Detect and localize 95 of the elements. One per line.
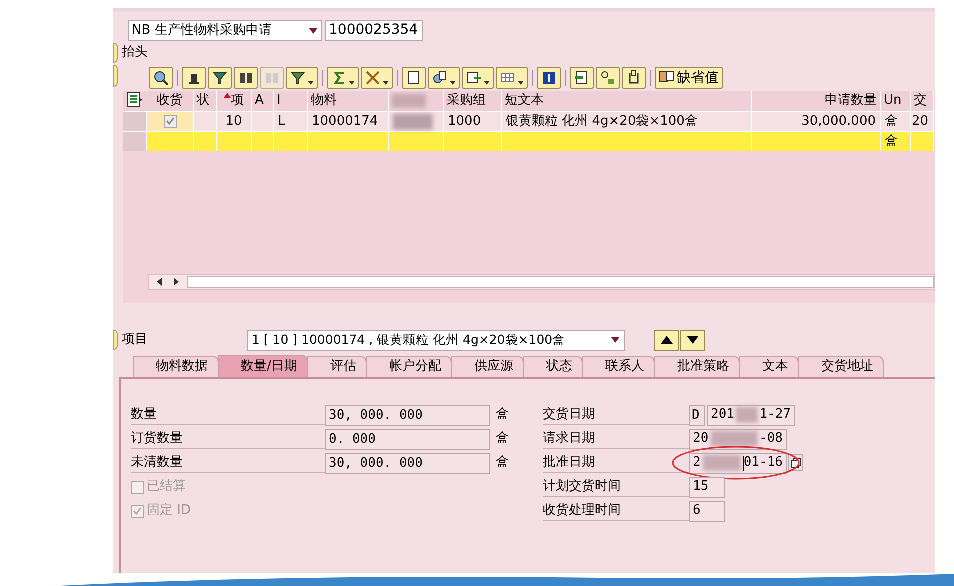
date-field: 201 1-27 [707,404,795,426]
field-label: 数量 [131,404,325,426]
tab[interactable]: 交货地址 [798,356,884,377]
column-header[interactable]: 申请数量 [752,91,881,111]
column-settings-icon[interactable] [125,91,145,109]
table-cell: 银黄颗粒 化州 4g×20袋×100盒 [502,112,752,131]
toolbar-button[interactable] [149,67,173,89]
column-header[interactable]: A [252,91,274,111]
date-type-field: D [689,404,705,426]
checkbox-label: 固定 ID [147,502,191,520]
scroll-left-icon[interactable] [155,277,165,287]
funnel-icon [290,70,306,86]
caret-icon [309,28,318,34]
tab[interactable]: 帐户分配 [366,356,452,377]
unit-label: 盒 [496,430,509,448]
export-icon [466,70,482,86]
quantity-field: 30, 000. 000 [325,404,490,426]
table-cell: 10 [217,112,252,131]
field-label: 项目 [122,331,149,350]
toolbar-button[interactable] [570,67,594,89]
cross-icon [365,70,381,86]
tab[interactable]: 数量/日期 [218,355,308,377]
caret-icon [518,81,524,85]
table-cell: 盒 [881,132,911,151]
document-icon [574,70,590,86]
tab[interactable]: 文本 [739,356,800,377]
caret-icon [308,81,314,85]
date-field: 6 [689,500,725,522]
page-icon [406,70,422,86]
date-field: 20 -08 [689,428,787,450]
item-dropdown[interactable]: 1 [ 10 ] 10000174 , 银黄颗粒 化州 4g×20袋×100盒 [247,330,625,350]
toolbar-button[interactable]: 缺省值 [655,67,723,89]
table-cell: 20 [911,112,934,131]
column-header[interactable]: 项 [217,91,252,111]
section-title: 抬头 [122,44,148,62]
tab[interactable]: 供应源 [451,356,524,377]
next-item-button[interactable] [680,330,705,350]
tab[interactable]: 批准策略 [654,356,740,377]
table-cell: 1000 [444,112,502,131]
scroll-thumb[interactable] [187,276,934,288]
table-cell: L [274,112,308,131]
sigma-icon [331,70,347,86]
toolbar-button[interactable] [208,67,232,89]
caret-icon [484,81,490,85]
tab[interactable]: 物料数据 [133,356,219,377]
toolbar-button[interactable] [428,67,460,89]
info-icon [541,70,557,86]
column-header[interactable]: 物料 [308,91,389,111]
caret-icon [349,81,355,85]
toolbar-button[interactable] [286,67,318,89]
toolbar-button[interactable] [537,67,561,89]
column-header[interactable]: 收货 [147,91,194,111]
triangle-up-icon [660,336,672,344]
field-label: 订货数量 [131,428,325,450]
column-header[interactable]: 采购组 [444,91,502,111]
document-type-dropdown[interactable]: NB 生产性物料采购申请 [128,20,322,41]
toolbar-button[interactable] [234,67,258,89]
previous-item-button[interactable] [654,330,679,350]
toolbar-button[interactable] [182,67,206,89]
quantity-field: 30, 000. 000 [325,452,490,474]
column-header[interactable]: Un [881,91,911,111]
column-header[interactable]: 交 [911,91,934,111]
triangle-down-icon [686,336,698,344]
tab[interactable]: 状态 [523,356,584,377]
table-cell: 盒 [881,112,911,131]
checkbox-label: 已结算 [147,478,186,496]
table-cell: 30,000.000 [752,112,881,131]
toolbar-button[interactable] [402,67,426,89]
toolbar-button[interactable] [596,67,620,89]
document-icon [432,70,448,86]
field-label: 未清数量 [131,452,325,474]
field-label: 交货日期 [543,404,689,426]
checkbox[interactable] [164,115,176,128]
scroll-right-icon[interactable] [171,277,181,287]
toolbar-button[interactable] [462,67,494,89]
tab[interactable]: 联系人 [582,356,656,377]
horizontal-scrollbar[interactable] [148,274,935,290]
magnifier-icon [153,70,169,86]
caret-icon [450,81,456,85]
quantity-field: 0. 000 [325,428,490,450]
column-header[interactable]: 状 [194,91,217,111]
funnel-icon [212,70,228,86]
column-header[interactable]: 短文本 [502,91,752,111]
date-field: 15 [689,476,725,498]
table-cell: 10000174 [308,112,389,131]
unit-label: 盒 [496,406,509,424]
blur-patch [393,114,433,130]
unit-label: 盒 [496,454,509,472]
column-header[interactable]: I [274,91,308,111]
date-field[interactable]: 2 01-16 [689,452,787,474]
toolbar-button[interactable] [622,67,646,89]
caret-icon [383,81,389,85]
tab[interactable]: 评估 [307,356,368,377]
caret-icon [611,337,620,343]
document-number-field[interactable]: 1000025354 [325,20,423,41]
